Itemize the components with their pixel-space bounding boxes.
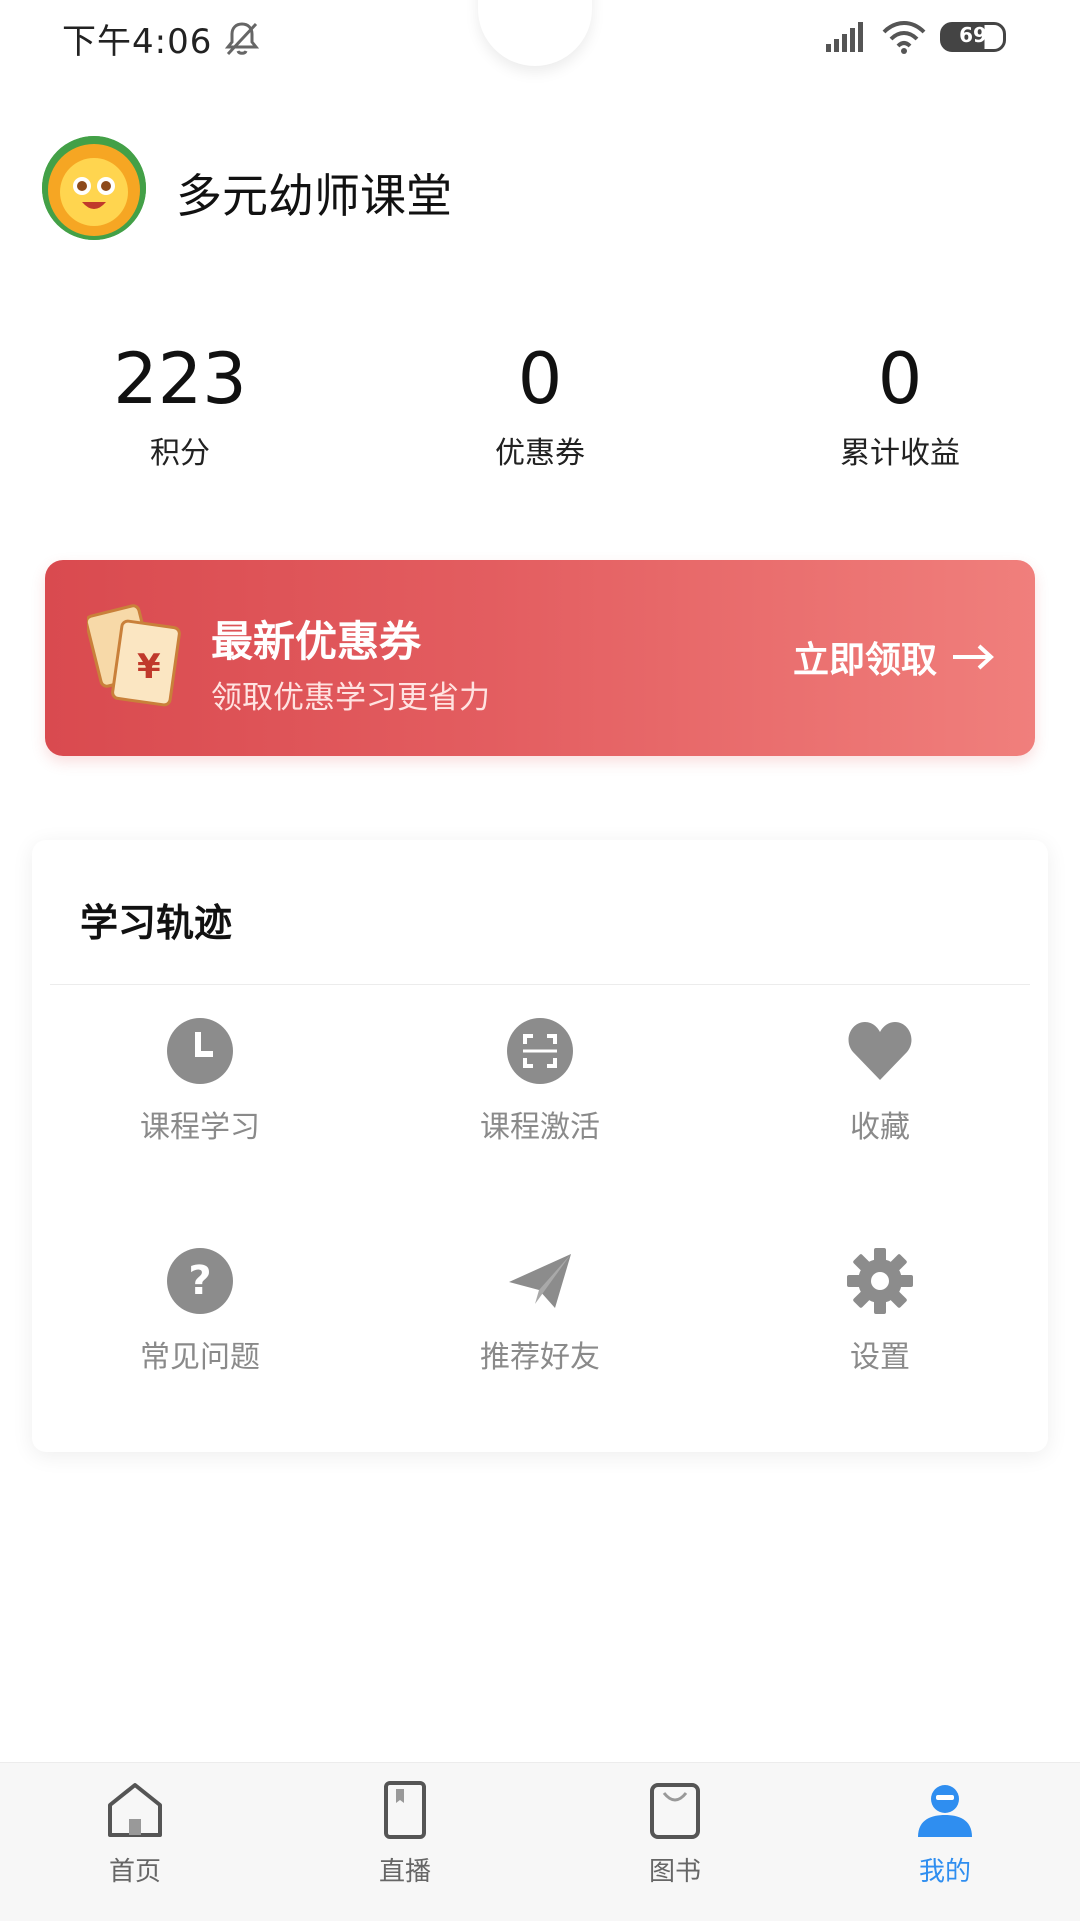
stat-value: 223	[113, 338, 247, 420]
battery-icon: 69	[940, 22, 1006, 52]
tab-label: 直播	[378, 1857, 431, 1887]
coupon-subtitle: 领取优惠学习更省力	[211, 680, 490, 716]
camera-notch	[478, 0, 592, 66]
svg-text:¥: ¥	[137, 647, 161, 687]
menu-item-recommend-friends[interactable]: 推荐好友	[410, 1246, 670, 1376]
claim-coupon-label: 立即领取	[792, 640, 937, 681]
scan-icon	[507, 1018, 573, 1084]
stat-value: 0	[517, 338, 563, 420]
stat-label: 优惠券	[495, 436, 585, 471]
paper-plane-icon	[509, 1254, 571, 1308]
live-book-icon	[384, 1781, 426, 1839]
stat-label: 积分	[150, 436, 210, 471]
claim-coupon-button[interactable]: 立即领取	[793, 632, 995, 682]
avatar[interactable]	[42, 136, 146, 240]
heart-icon	[848, 1022, 912, 1080]
learning-track-card: 学习轨迹 课程学习 课程激活 收藏 ? 常见问题 推荐好友 设置	[32, 840, 1048, 1452]
learning-track-title: 学习轨迹	[80, 901, 233, 945]
tab-mine[interactable]: 我的	[810, 1763, 1080, 1921]
svg-text:?: ?	[188, 1258, 211, 1304]
menu-item-label: 收藏	[850, 1110, 910, 1145]
bag-icon	[650, 1783, 700, 1839]
home-icon	[108, 1783, 162, 1837]
mute-bell-icon	[224, 22, 260, 56]
menu-item-settings[interactable]: 设置	[750, 1246, 1010, 1376]
sunflower-avatar-icon	[42, 136, 146, 240]
stat-value: 0	[877, 338, 923, 420]
signal-icon	[826, 22, 863, 52]
status-time: 下午4:06	[62, 22, 213, 62]
gear-icon	[847, 1248, 913, 1314]
coupon-title: 最新优惠券	[211, 617, 422, 666]
arrow-right-icon	[953, 644, 994, 670]
profile-name: 多元幼师课堂	[176, 169, 452, 223]
stat-earnings[interactable]: 0 累计收益	[770, 338, 1030, 472]
tab-label: 首页	[108, 1857, 161, 1887]
status-bar: 下午4:06 69	[0, 0, 1080, 78]
bottom-tab-bar: 首页 直播 图书 我的	[0, 1762, 1080, 1921]
stat-coupons[interactable]: 0 优惠券	[410, 338, 670, 472]
tab-label: 图书	[648, 1857, 701, 1887]
coupon-banner[interactable]: ¥ 最新优惠券 领取优惠学习更省力 立即领取	[45, 560, 1035, 756]
tab-live[interactable]: 直播	[270, 1763, 540, 1921]
menu-item-label: 推荐好友	[480, 1340, 600, 1375]
menu-item-label: 课程学习	[140, 1110, 260, 1145]
menu-item-faq[interactable]: ? 常见问题	[70, 1246, 330, 1376]
coupon-ticket-icon: ¥	[87, 604, 181, 707]
menu-item-label: 常见问题	[140, 1340, 260, 1375]
menu-item-course-study[interactable]: 课程学习	[70, 1016, 330, 1146]
tab-home[interactable]: 首页	[0, 1763, 270, 1921]
tab-label: 我的	[918, 1857, 971, 1887]
menu-item-label: 设置	[850, 1340, 910, 1375]
card-divider	[50, 984, 1030, 985]
stat-points[interactable]: 223 积分	[50, 338, 310, 472]
wifi-icon	[882, 21, 926, 54]
menu-item-course-activation[interactable]: 课程激活	[410, 1016, 670, 1146]
question-icon: ?	[167, 1248, 233, 1314]
menu-item-label: 课程激活	[480, 1110, 600, 1145]
menu-item-favorites[interactable]: 收藏	[750, 1016, 1010, 1146]
battery-level: 69	[959, 23, 987, 47]
user-icon	[918, 1785, 972, 1837]
tab-books[interactable]: 图书	[540, 1763, 810, 1921]
clock-icon	[167, 1018, 233, 1084]
stat-label: 累计收益	[840, 436, 960, 471]
